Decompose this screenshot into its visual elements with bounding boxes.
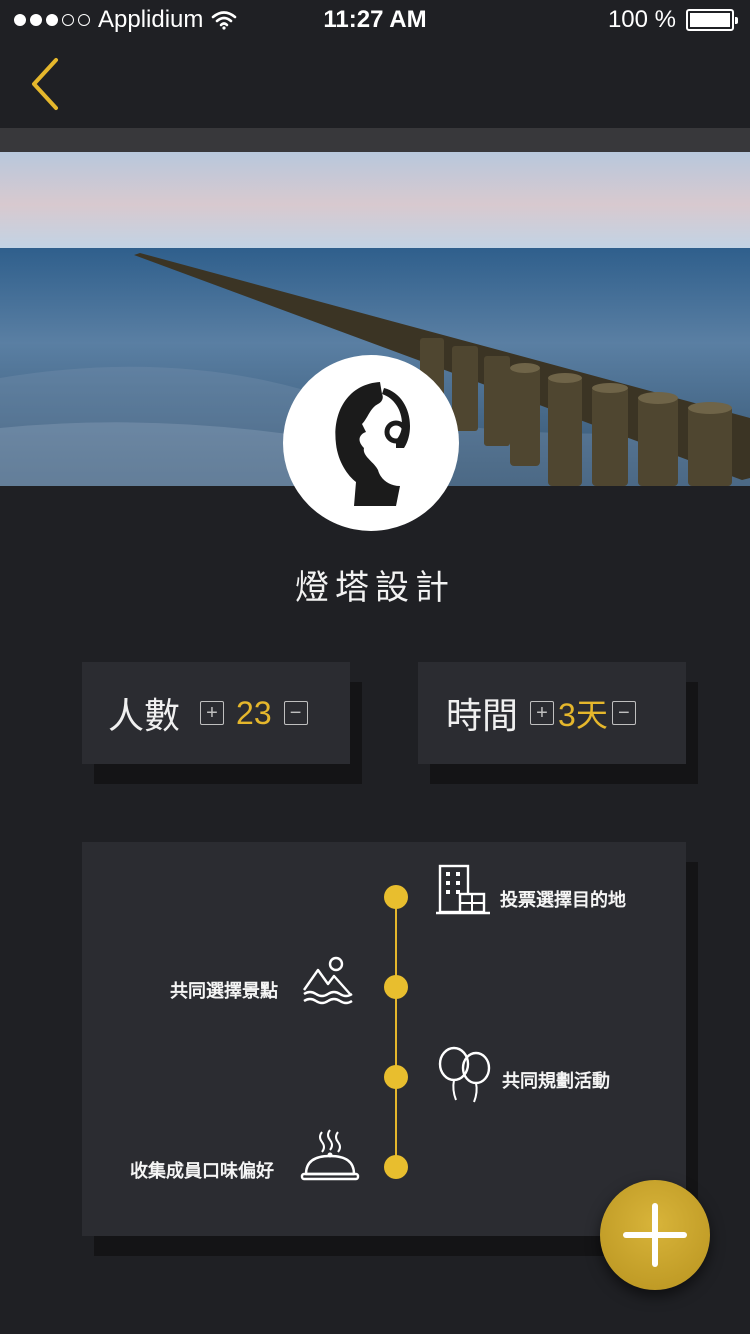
back-button[interactable] xyxy=(24,54,68,114)
people-label: 人數 xyxy=(108,695,181,736)
status-right: 100 % xyxy=(607,6,738,34)
people-decrement-button[interactable]: − xyxy=(283,701,308,725)
timeline-dot-destination[interactable] xyxy=(384,885,408,909)
battery-icon xyxy=(686,9,738,31)
duration-decrement-button[interactable]: − xyxy=(611,701,636,725)
timeline-dot-attractions[interactable] xyxy=(384,975,408,999)
add-button[interactable] xyxy=(600,1180,710,1290)
plus-icon xyxy=(623,1203,687,1267)
timeline-label-destination: 投票選擇目的地 xyxy=(500,890,626,910)
people-count-card: 人數 + 23 − xyxy=(82,662,350,764)
timeline-label-attractions: 共同選擇景點 xyxy=(170,981,278,1001)
team-name: 燈塔設計 xyxy=(295,568,455,608)
timeline-line xyxy=(395,897,397,1167)
timeline-dot-activities[interactable] xyxy=(384,1065,408,1089)
duration-increment-button[interactable]: + xyxy=(530,701,555,725)
food-cloche-icon xyxy=(300,1129,360,1181)
battery-percent: 100 % xyxy=(607,6,676,33)
duration-card: 時間 + 3天 − xyxy=(418,662,686,764)
timeline-label-activities: 共同規劃活動 xyxy=(502,1071,610,1091)
duration-value: 3天 xyxy=(558,697,608,733)
balloons-icon xyxy=(438,1046,491,1103)
people-count-value: 23 xyxy=(236,694,272,731)
timeline-label-tastes: 收集成員口味偏好 xyxy=(130,1161,274,1181)
status-bar: Applidium 11:27 AM 100 % xyxy=(0,0,750,40)
timeline-dot-tastes[interactable] xyxy=(384,1155,408,1179)
chevron-left-icon xyxy=(32,58,58,110)
astronaut-helmet-icon xyxy=(335,382,410,506)
plan-timeline-card: 投票選擇目的地 共同選擇景點 共同規劃活動 收集成員口味偏好 xyxy=(82,842,686,1236)
mountain-scenery-icon xyxy=(303,956,353,1005)
team-avatar[interactable] xyxy=(283,355,459,531)
people-increment-button[interactable]: + xyxy=(200,701,225,725)
building-icon xyxy=(436,864,490,915)
duration-label: 時間 xyxy=(446,695,519,736)
